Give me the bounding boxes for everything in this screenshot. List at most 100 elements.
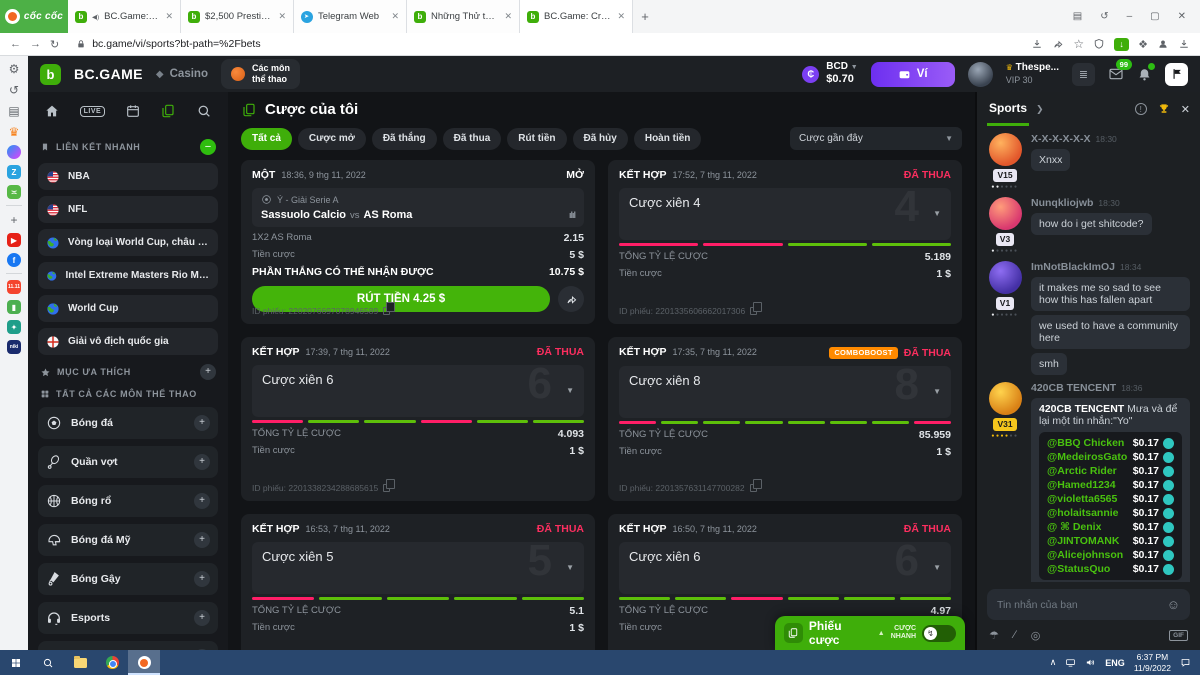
rain-icon[interactable]: ☂ bbox=[989, 629, 999, 642]
chat-tab-sports[interactable]: Sports bbox=[987, 92, 1029, 126]
filter-pill[interactable]: Tất cả bbox=[241, 128, 292, 150]
action-center-icon[interactable] bbox=[1180, 657, 1191, 668]
extensions-icon[interactable]: ❖ bbox=[1138, 38, 1148, 51]
chevron-down-icon[interactable]: ▼ bbox=[566, 386, 574, 395]
download-icon[interactable] bbox=[1031, 38, 1043, 50]
home-icon[interactable] bbox=[44, 103, 60, 119]
clock[interactable]: 6:37 PM 11/9/2022 bbox=[1134, 652, 1171, 673]
quick-link-item[interactable]: Intel Extreme Masters Rio Major 2022 bbox=[38, 262, 218, 289]
coccoc-download-icon[interactable]: ↓ bbox=[1114, 38, 1129, 51]
filter-pill[interactable]: Đã hủy bbox=[573, 128, 628, 150]
tip-recipient[interactable]: @Arctic Rider bbox=[1047, 465, 1117, 477]
downloads-tray-icon[interactable] bbox=[1178, 38, 1190, 50]
notifications-button[interactable] bbox=[1137, 67, 1152, 82]
filter-pill[interactable]: Hoàn tiền bbox=[634, 128, 702, 150]
trophy-icon[interactable] bbox=[1157, 102, 1171, 116]
chat-username[interactable]: Nunqkliojwb bbox=[1031, 197, 1093, 209]
history-sync-icon[interactable]: ↺ bbox=[1100, 11, 1108, 22]
news-feed-icon[interactable]: ▤ bbox=[7, 103, 22, 118]
history-icon[interactable]: ↺ bbox=[7, 82, 22, 97]
maximize-button[interactable]: ▢ bbox=[1150, 11, 1159, 22]
tab-close-icon[interactable]: ✕ bbox=[391, 11, 399, 22]
taskbar-search-icon[interactable] bbox=[32, 650, 64, 675]
settings-gear-icon[interactable]: ⚙ bbox=[7, 61, 22, 76]
sort-dropdown[interactable]: Cược gần đây ▼ bbox=[790, 127, 962, 150]
chat-username[interactable]: 420CB TENCENT bbox=[1031, 382, 1116, 394]
browser-tab[interactable]: $2,500 Prestige Plinko Challe ✕ bbox=[181, 0, 294, 33]
combo-box[interactable]: Cược xiên 8 8 ▼ bbox=[619, 366, 951, 418]
combo-box[interactable]: Cược xiên 6 6 ▼ bbox=[619, 542, 951, 594]
inbox-button[interactable]: 99 bbox=[1108, 66, 1124, 82]
wallet-button[interactable]: Ví bbox=[871, 62, 955, 87]
file-explorer-icon[interactable] bbox=[64, 650, 96, 675]
chat-username[interactable]: ImNotBlackImOJ bbox=[1031, 261, 1115, 273]
url-box[interactable]: bc.game/vi/sports?bt-path=%2Fbets bbox=[76, 38, 1022, 50]
reload-button[interactable]: ↻ bbox=[50, 38, 59, 51]
sport-expand-button[interactable]: + bbox=[194, 454, 210, 470]
tip-recipient[interactable]: @Alicejohnson bbox=[1047, 549, 1123, 561]
network-icon[interactable] bbox=[1065, 657, 1076, 668]
sport-expand-button[interactable]: + bbox=[194, 610, 210, 626]
avatar[interactable] bbox=[989, 382, 1022, 415]
nav-casino[interactable]: ◆ Casino bbox=[156, 68, 208, 80]
event-box[interactable]: Ý - Giải Serie A Sassuolo Calcio vs AS R… bbox=[252, 188, 584, 227]
sale-11-11-icon[interactable]: 11.11 bbox=[7, 280, 21, 294]
back-button[interactable]: ← bbox=[10, 38, 21, 50]
facebook-icon[interactable]: f bbox=[7, 253, 21, 267]
tip-recipient[interactable]: @holaitsannie bbox=[1047, 507, 1119, 519]
avatar[interactable] bbox=[989, 197, 1022, 230]
coin-tip-icon[interactable]: ◎ bbox=[1031, 629, 1041, 642]
sport-item[interactable]: Quần vợt + bbox=[38, 446, 218, 478]
share-bet-button[interactable] bbox=[558, 286, 584, 312]
coccoc-taskbar-icon[interactable] bbox=[128, 650, 160, 675]
coccoc-brand[interactable]: cốc cốc bbox=[0, 0, 68, 33]
sport-expand-button[interactable]: + bbox=[194, 571, 210, 587]
browser-tab[interactable]: ◀) BC.Game: Crypto Casino ✕ bbox=[68, 0, 181, 33]
close-button[interactable]: ✕ bbox=[1178, 11, 1186, 22]
sport-item[interactable]: Bóng đá Mỹ + bbox=[38, 524, 218, 556]
tip-recipient[interactable]: @Hamed1234 bbox=[1047, 479, 1116, 491]
copy-icon[interactable] bbox=[750, 484, 757, 492]
chevron-down-icon[interactable]: ▼ bbox=[566, 563, 574, 572]
chevron-down-icon[interactable]: ▼ bbox=[933, 387, 941, 396]
chevron-down-icon[interactable]: ▼ bbox=[933, 209, 941, 218]
currency-selector[interactable]: ₵ BCD ▼ $0.70 bbox=[802, 61, 857, 86]
url-text[interactable]: bc.game/vi/sports?bt-path=%2Fbets bbox=[92, 38, 260, 50]
avatar[interactable] bbox=[989, 261, 1022, 294]
tip-recipient[interactable]: @MedeirosGato bbox=[1047, 451, 1127, 463]
sidebar-panel-icon[interactable]: ▤ bbox=[1073, 11, 1082, 22]
tab-audio-icon[interactable]: ◀) bbox=[92, 13, 99, 21]
user-avatar[interactable] bbox=[968, 62, 993, 87]
combo-box[interactable]: Cược xiên 6 6 ▼ bbox=[252, 365, 584, 417]
emoji-icon[interactable]: ☺ bbox=[1167, 597, 1180, 612]
messenger-icon[interactable] bbox=[7, 145, 21, 159]
browser-tab[interactable]: Những Thử thách Hàng ngày ✕ bbox=[407, 0, 520, 33]
quick-link-item[interactable]: Giải vô địch quốc gia bbox=[38, 328, 218, 355]
shield-icon[interactable] bbox=[1093, 38, 1105, 50]
user-info[interactable]: ♛ Thespe... VIP 30 bbox=[1006, 62, 1059, 86]
close-chat-icon[interactable]: ✕ bbox=[1181, 103, 1190, 116]
volume-icon[interactable] bbox=[1085, 657, 1096, 668]
quick-bet-toggle[interactable]: ↯ bbox=[922, 625, 956, 642]
rules-icon[interactable]: ∕ bbox=[1014, 629, 1016, 641]
tab-close-icon[interactable]: ✕ bbox=[165, 11, 173, 22]
sport-expand-button[interactable]: + bbox=[194, 532, 210, 548]
combo-box[interactable]: Cược xiên 4 4 ▼ bbox=[619, 188, 951, 240]
filter-pill[interactable]: Cược mở bbox=[298, 128, 366, 150]
tip-recipient[interactable]: @ ⌘ Denix bbox=[1047, 521, 1101, 533]
filter-pill[interactable]: Đã thua bbox=[443, 128, 502, 150]
niki-app-icon[interactable]: niki bbox=[7, 340, 21, 354]
forward-button[interactable]: → bbox=[30, 38, 41, 50]
youtube-icon[interactable]: ▶ bbox=[7, 233, 21, 247]
bcgame-brand-label[interactable]: BC.GAME bbox=[74, 66, 143, 82]
chat-room-chevron-icon[interactable]: ❯ bbox=[1036, 104, 1044, 115]
sport-item[interactable]: Bóng đá + bbox=[38, 407, 218, 439]
filter-pill[interactable]: Rút tiền bbox=[507, 128, 566, 150]
chat-toggle-button[interactable] bbox=[1165, 63, 1188, 86]
sport-item[interactable]: FIFA + bbox=[38, 641, 218, 650]
battery-app-icon[interactable]: ▮ bbox=[7, 300, 21, 314]
chat-input[interactable]: Tin nhắn của bạn ☺ bbox=[987, 589, 1190, 620]
quick-link-item[interactable]: Vòng loại World Cup, châu Âu bbox=[38, 229, 218, 256]
my-bets-icon[interactable] bbox=[160, 103, 176, 119]
live-icon[interactable]: LIVE bbox=[80, 106, 106, 117]
